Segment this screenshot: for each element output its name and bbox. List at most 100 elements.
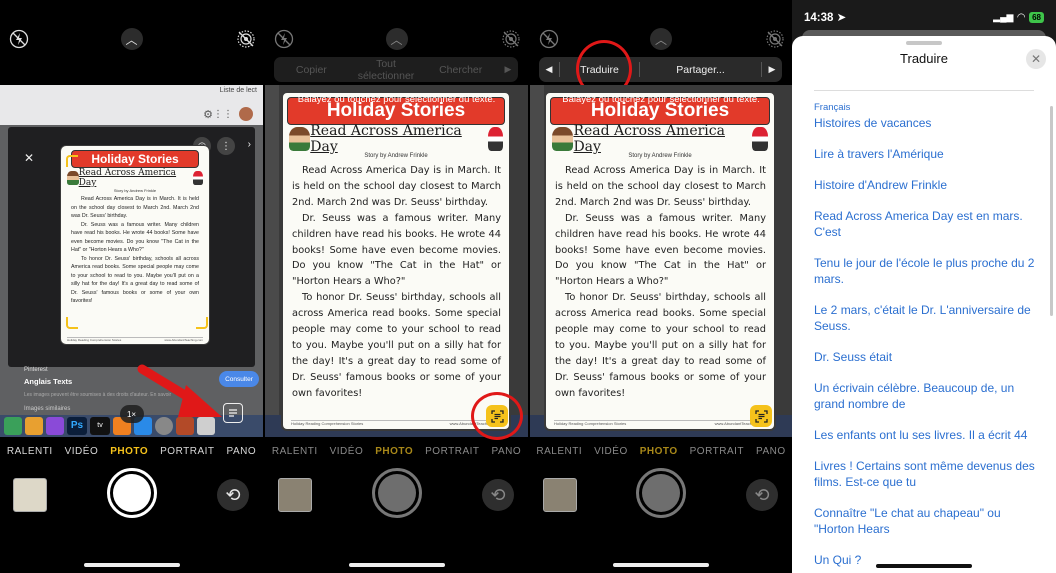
translation-line: Le 2 mars, c'était le Dr. L'anniversaire… <box>814 303 1031 333</box>
mode-photo[interactable]: PHOTO <box>110 446 148 462</box>
doc-paragraph-1[interactable]: Read Across America Day is in March. It … <box>555 163 766 211</box>
reading-list-label[interactable]: Liste de lect <box>220 87 257 94</box>
mode-video[interactable]: VIDÉO <box>594 446 628 462</box>
mode-portrait[interactable]: PORTRAIT <box>160 446 214 462</box>
doc-footer-left[interactable]: Holiday Reading Comprehension Stories <box>291 421 363 426</box>
translation-list: Français Histoires de vacances Lire à tr… <box>814 102 1038 573</box>
doc-footer-left[interactable]: Holiday Reading Comprehension Stories <box>554 421 626 426</box>
scan-bracket-bottom-right <box>196 317 208 329</box>
menu-share[interactable]: Partager... <box>640 64 761 76</box>
switch-camera-icon[interactable]: ⟲ <box>482 479 514 511</box>
document-page-live-text[interactable]: Holiday Stories Read Across America Day … <box>544 91 776 431</box>
last-photo-thumbnail[interactable] <box>543 478 577 512</box>
menu-next-icon[interactable]: ▶ <box>498 64 518 75</box>
app-icon[interactable] <box>25 417 43 435</box>
sheet-grabber[interactable] <box>906 41 942 45</box>
mode-video[interactable]: VIDÉO <box>65 446 99 462</box>
mode-video[interactable]: VIDÉO <box>330 446 364 462</box>
pinterest-title[interactable]: Anglais Texts <box>24 377 72 386</box>
shutter-button[interactable] <box>106 468 157 518</box>
settings-gear-icon[interactable]: ⚙ <box>203 108 213 121</box>
live-photo-off-icon[interactable] <box>235 28 257 50</box>
flash-off-icon[interactable] <box>273 28 295 50</box>
live-photo-off-icon[interactable] <box>764 28 786 50</box>
mode-pano[interactable]: PANO <box>227 446 257 462</box>
doc-body[interactable]: Read Across America Day is in March. It … <box>546 159 774 402</box>
translation-line: Read Across America Day est en mars. C'e… <box>814 209 1023 239</box>
time-text: 14:38 <box>804 12 834 24</box>
doc-title[interactable]: Read Across America Day <box>310 123 487 155</box>
live-text-icon[interactable] <box>750 405 772 427</box>
mode-pano[interactable]: PANO <box>756 446 786 462</box>
numbers-app-icon[interactable] <box>4 417 22 435</box>
translation-line: Les enfants ont lu ses livres. Il a écri… <box>814 428 1028 442</box>
wifi-icon: ◠ <box>1017 11 1026 23</box>
chevron-up-icon[interactable]: ︿ <box>650 28 672 50</box>
status-time: 14:38 ➤ <box>804 10 846 24</box>
flash-off-icon[interactable] <box>8 28 30 50</box>
document-page-live-text[interactable]: Holiday Stories Read Across America Day … <box>281 91 511 431</box>
mode-ralenti[interactable]: RALENTI <box>7 446 53 462</box>
scrollbar[interactable] <box>1050 106 1053 316</box>
doc-paragraph-1[interactable]: Read Across America Day is in March. It … <box>292 163 501 211</box>
mode-ralenti[interactable]: RALENTI <box>272 446 318 462</box>
camera-screen-3: ︿ ◀ Traduire Partager... ▶ Holiday Stori… <box>530 0 792 573</box>
home-indicator <box>83 563 180 567</box>
mode-photo[interactable]: PHOTO <box>640 446 678 462</box>
doc-paragraph-2[interactable]: Dr. Seuss was a famous writer. Many chil… <box>555 211 766 291</box>
switch-camera-icon[interactable]: ⟲ <box>217 479 249 511</box>
doc-paragraph-3[interactable]: To honor Dr. Seuss' birthday, schools al… <box>292 290 501 401</box>
mode-photo[interactable]: PHOTO <box>375 446 413 462</box>
more-icon[interactable]: ⋮ <box>217 137 235 155</box>
menu-search[interactable]: Chercher <box>423 64 498 76</box>
doc-title[interactable]: Read Across America Day <box>573 123 752 155</box>
switch-camera-icon[interactable]: ⟲ <box>746 479 778 511</box>
text-context-menu: Copier Tout sélectionner Chercher ▶ <box>274 57 518 82</box>
kids-illustration <box>289 127 311 151</box>
doc-banner: Holiday Stories <box>71 150 199 168</box>
camera-modes-bar: RALENTI VIDÉO PHOTO PORTRAIT PANO <box>265 446 528 462</box>
translation-line: Un écrivain célèbre. Beaucoup de, un gra… <box>814 381 1015 411</box>
doc-body[interactable]: Read Across America Day is in March. It … <box>283 159 509 402</box>
translation-line: Lire à travers l'Amérique <box>814 147 944 161</box>
browser-toolbar: Liste de lect ⋮⋮ ⚙ <box>0 85 263 125</box>
target-language-label[interactable]: Français <box>814 102 1038 113</box>
mode-portrait[interactable]: PORTRAIT <box>690 446 744 462</box>
chevron-right-icon[interactable]: › <box>248 139 251 150</box>
camera-modes-bar: RALENTI VIDÉO PHOTO PORTRAIT PANO <box>0 446 263 462</box>
doc-paragraph-2[interactable]: Dr. Seuss was a famous writer. Many chil… <box>292 211 501 291</box>
apps-grid-icon[interactable]: ⋮⋮ <box>213 109 233 120</box>
mode-ralenti[interactable]: RALENTI <box>536 446 582 462</box>
shutter-button[interactable] <box>636 468 686 518</box>
menu-copy[interactable]: Copier <box>274 64 349 76</box>
translation-line: Connaître "Le chat au chapeau" ou "Horto… <box>814 506 1001 536</box>
similar-images-label: Images similaires <box>24 406 71 412</box>
chevron-up-icon[interactable]: ︿ <box>385 28 408 50</box>
doc-paragraph-2: Dr. Seuss was a famous writer. Many chil… <box>71 221 199 254</box>
close-icon[interactable]: ✕ <box>1026 49 1046 69</box>
chevron-up-icon[interactable]: ︿ <box>120 28 143 50</box>
shutter-button[interactable] <box>371 468 422 518</box>
menu-next-icon[interactable]: ▶ <box>762 64 782 75</box>
avatar[interactable] <box>239 107 253 121</box>
menu-select-all[interactable]: Tout sélectionner <box>349 58 424 82</box>
pinterest-label: Pinterest <box>24 367 48 373</box>
live-text-icon[interactable] <box>223 403 243 423</box>
photoshop-app-icon[interactable]: Ps <box>67 417 87 435</box>
mode-pano[interactable]: PANO <box>492 446 522 462</box>
last-photo-thumbnail[interactable] <box>278 478 312 512</box>
close-icon[interactable]: ✕ <box>24 151 34 165</box>
last-photo-thumbnail[interactable] <box>13 478 47 512</box>
doc-title: Read Across America Day <box>78 168 177 188</box>
sheet-title: Traduire <box>900 51 948 66</box>
cat-in-hat-illustration <box>487 127 504 151</box>
flash-off-icon[interactable] <box>538 28 560 50</box>
translate-sheet: Traduire ✕ Français Histoires de vacance… <box>792 36 1056 573</box>
apple-tv-app-icon[interactable]: tv <box>90 417 110 435</box>
live-photo-off-icon[interactable] <box>500 28 522 50</box>
doc-paragraph-3[interactable]: To honor Dr. Seuss' birthday, schools al… <box>555 290 766 401</box>
app-icon[interactable] <box>46 417 64 435</box>
background-edge <box>530 85 544 437</box>
menu-previous-icon[interactable]: ◀ <box>539 64 559 75</box>
mode-portrait[interactable]: PORTRAIT <box>425 446 479 462</box>
